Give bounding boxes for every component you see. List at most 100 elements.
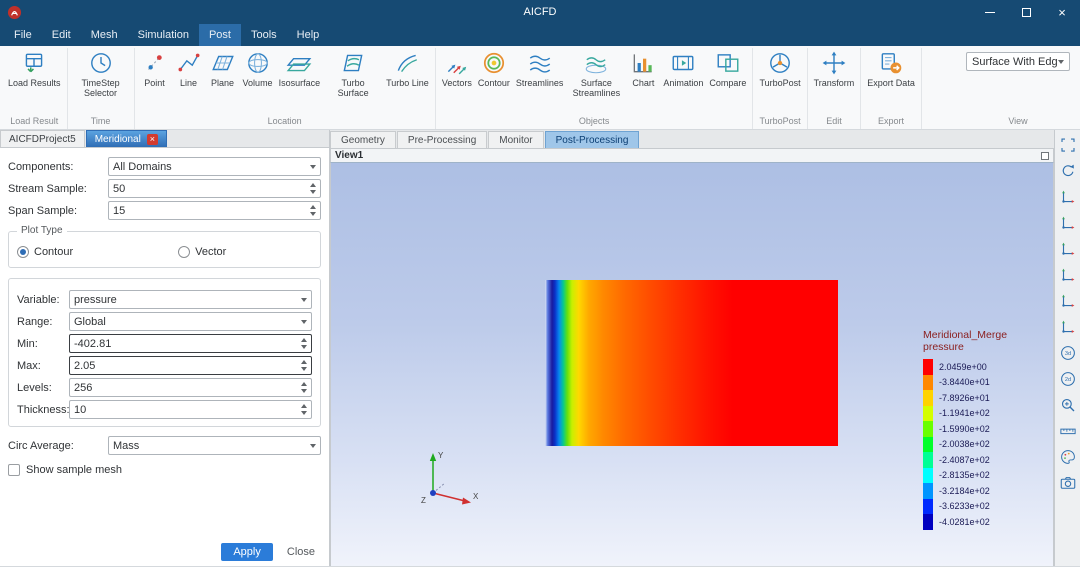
apply-button[interactable]: Apply: [221, 543, 273, 561]
spin-up-icon[interactable]: [301, 360, 307, 364]
span-sample-stepper[interactable]: [108, 201, 321, 220]
ribbon-group-title: Load Result: [10, 116, 59, 126]
view-back-icon: [1059, 318, 1077, 339]
chevron-down-icon: [301, 297, 307, 302]
maximize-view-icon[interactable]: [1041, 151, 1049, 160]
spin-down-icon[interactable]: [310, 212, 316, 216]
spin-down-icon[interactable]: [301, 367, 307, 371]
view-mode-select[interactable]: Surface With Edge: [966, 52, 1070, 71]
menu-item-edit[interactable]: Edit: [42, 24, 81, 46]
spin-up-icon[interactable]: [301, 382, 307, 386]
perspective-2d-button[interactable]: 2d: [1058, 370, 1078, 390]
levels-input[interactable]: [74, 381, 297, 394]
turbo-surface-button[interactable]: Turbo Surface: [323, 48, 383, 100]
turbopost-button[interactable]: TurboPost: [756, 48, 803, 90]
chart-button[interactable]: Chart: [626, 48, 660, 90]
tab-post-processing[interactable]: Post-Processing: [544, 131, 640, 148]
color-palette-button[interactable]: [1058, 448, 1078, 468]
components-select[interactable]: All Domains: [108, 157, 321, 176]
menu-item-tools[interactable]: Tools: [241, 24, 287, 46]
close-button[interactable]: ×: [1044, 0, 1080, 24]
spin-up-icon[interactable]: [310, 205, 316, 209]
vectors-button[interactable]: Vectors: [439, 48, 475, 90]
max-input[interactable]: [74, 359, 297, 372]
maximize-button[interactable]: [1008, 0, 1044, 24]
viewport-3d[interactable]: Meridional_Merge pressure 2.0459e+00 -3.8…: [330, 163, 1054, 566]
export-data-button[interactable]: Export Data: [864, 48, 918, 90]
menu-item-post[interactable]: Post: [198, 24, 241, 46]
spin-down-icon[interactable]: [301, 389, 307, 393]
circ-average-select[interactable]: Mass: [108, 436, 321, 455]
tab-geometry[interactable]: Geometry: [330, 131, 396, 148]
plane-button[interactable]: Plane: [206, 48, 240, 90]
view-front-button[interactable]: [1058, 214, 1078, 234]
plot-type-radio-vector[interactable]: Vector: [178, 246, 226, 258]
tab-close-button[interactable]: ×: [146, 133, 158, 145]
contour-button[interactable]: Contour: [475, 48, 513, 90]
view-right-button[interactable]: [1058, 292, 1078, 312]
menu-item-simulation[interactable]: Simulation: [128, 24, 199, 46]
plot-type-radio-contour[interactable]: Contour: [17, 246, 73, 258]
panel-tab-meridional[interactable]: Meridional ×: [85, 130, 167, 147]
turbo-line-button[interactable]: Turbo Line: [383, 48, 432, 90]
transform-button[interactable]: Transform: [811, 48, 858, 90]
thickness-stepper[interactable]: [69, 400, 312, 419]
minimize-button[interactable]: [972, 0, 1008, 24]
view-right-icon: [1059, 292, 1077, 313]
menu-item-help[interactable]: Help: [287, 24, 330, 46]
view-isometric-button[interactable]: [1058, 188, 1078, 208]
load-results-button[interactable]: Load Results: [5, 48, 64, 90]
stream-sample-stepper[interactable]: [108, 179, 321, 198]
streamlines-button[interactable]: Streamlines: [513, 48, 567, 90]
legend-tick: -3.8440e+01: [923, 374, 1053, 390]
thickness-input[interactable]: [74, 403, 297, 416]
spin-down-icon[interactable]: [301, 411, 307, 415]
legend-tick-value: -2.8135e+02: [939, 470, 990, 481]
close-panel-button[interactable]: Close: [281, 543, 321, 561]
view-left-button[interactable]: [1058, 266, 1078, 286]
tab-pre-processing[interactable]: Pre-Processing: [396, 131, 488, 148]
min-input[interactable]: [74, 337, 297, 350]
scale-ruler-button[interactable]: [1058, 422, 1078, 442]
zoom-window-button[interactable]: [1058, 396, 1078, 416]
point-button[interactable]: Point: [138, 48, 172, 90]
span-sample-input[interactable]: [113, 204, 306, 217]
ribbon-button-label: Load Results: [8, 78, 61, 88]
chevron-down-icon: [310, 164, 316, 169]
fit-view-button[interactable]: [1058, 136, 1078, 156]
panel-tab-aicfdproject5[interactable]: AICFDProject5: [0, 130, 85, 147]
legend-tick-value: -3.2184e+02: [939, 485, 990, 496]
stream-sample-input[interactable]: [113, 182, 306, 195]
spin-up-icon[interactable]: [310, 183, 316, 187]
show-sample-mesh-checkbox[interactable]: [8, 464, 20, 476]
line-button[interactable]: Line: [172, 48, 206, 90]
spin-up-icon[interactable]: [301, 404, 307, 408]
timestep-selector-button[interactable]: TimeStep Selector: [71, 48, 131, 100]
isosurface-button[interactable]: Isosurface: [276, 48, 324, 90]
surface-streamlines-button[interactable]: Surface Streamlines: [566, 48, 626, 100]
view-back-button[interactable]: [1058, 318, 1078, 338]
perspective-3d-button[interactable]: 3d: [1058, 344, 1078, 364]
contour-icon: [481, 50, 507, 76]
spin-arrows: [310, 183, 316, 194]
min-stepper[interactable]: [69, 334, 312, 353]
view-top-button[interactable]: [1058, 240, 1078, 260]
tab-monitor[interactable]: Monitor: [488, 131, 544, 148]
menu-item-mesh[interactable]: Mesh: [81, 24, 128, 46]
max-stepper[interactable]: [69, 356, 312, 375]
volume-button[interactable]: Volume: [240, 48, 276, 90]
compare-button[interactable]: Compare: [706, 48, 749, 90]
spin-up-icon[interactable]: [301, 338, 307, 342]
animation-button[interactable]: Animation: [660, 48, 706, 90]
colorbar-legend: Meridional_Merge pressure 2.0459e+00 -3.8…: [923, 329, 1053, 530]
screenshot-camera-button[interactable]: [1058, 474, 1078, 494]
spin-down-icon[interactable]: [310, 190, 316, 194]
range-select[interactable]: Global: [69, 312, 312, 331]
menu-item-file[interactable]: File: [4, 24, 42, 46]
plot-type-groupbox: Plot Type Contour Vector: [8, 225, 321, 268]
spin-down-icon[interactable]: [301, 345, 307, 349]
chevron-down-icon: [1058, 59, 1064, 64]
levels-stepper[interactable]: [69, 378, 312, 397]
refresh-view-button[interactable]: [1058, 162, 1078, 182]
variable-select[interactable]: pressure: [69, 290, 312, 309]
